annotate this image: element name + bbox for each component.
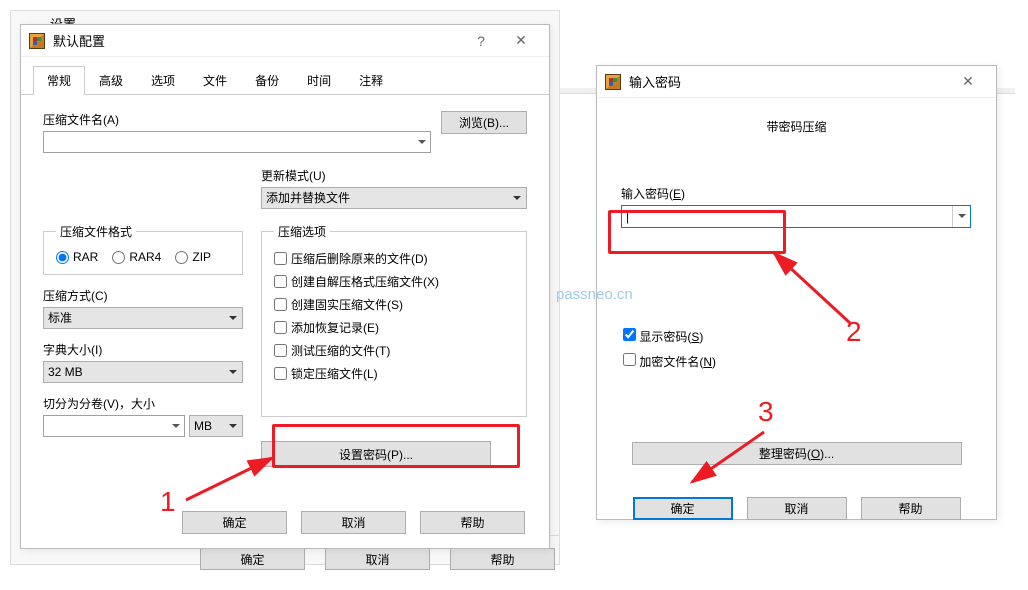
bg-help-button: 帮助 (450, 548, 555, 570)
password-input[interactable] (622, 206, 952, 227)
method-label: 压缩方式(C) (43, 287, 108, 304)
tab-time[interactable]: 时间 (293, 66, 345, 95)
password-dialog: 输入密码 ✕ 带密码压缩 输入密码(E) 显示密码(S) 加密文件名(N) 整理… (596, 65, 997, 520)
tab-backup[interactable]: 备份 (241, 66, 293, 95)
check-solid[interactable]: 创建固实压缩文件(S) (274, 296, 403, 313)
options-fieldset: 压缩选项 压缩后删除原来的文件(D) 创建自解压格式压缩文件(X) 创建固实压缩… (261, 223, 527, 417)
filename-label: 压缩文件名(A) (43, 111, 119, 128)
tab-options[interactable]: 选项 (137, 66, 189, 95)
radio-rar[interactable]: RAR (56, 250, 98, 264)
dict-select[interactable]: 32 MB (43, 361, 243, 383)
password-label: 输入密码(E) (621, 185, 685, 202)
browse-button[interactable]: 浏览(B)... (441, 111, 527, 134)
radio-zip[interactable]: ZIP (175, 250, 211, 264)
update-mode-select[interactable]: 添加并替换文件 (261, 187, 527, 209)
tab-comment[interactable]: 注释 (345, 66, 397, 95)
ok-button[interactable]: 确定 (633, 497, 733, 520)
split-label: 切分为分卷(V)，大小 (43, 395, 155, 412)
titlebar: 默认配置 ? ✕ (21, 25, 549, 57)
check-delete-after[interactable]: 压缩后删除原来的文件(D) (274, 250, 428, 267)
radio-rar-input[interactable] (56, 251, 69, 264)
tab-general[interactable]: 常规 (33, 66, 85, 95)
tab-bar: 常规 高级 选项 文件 备份 时间 注释 (21, 57, 549, 95)
help-button[interactable]: 帮助 (861, 497, 961, 520)
winrar-icon (605, 74, 621, 90)
format-legend: 压缩文件格式 (56, 223, 136, 240)
tab-advanced[interactable]: 高级 (85, 66, 137, 95)
dialog-body: 压缩文件名(A) 浏览(B)... 更新模式(U) 添加并替换文件 压缩文件格式… (21, 95, 549, 483)
dialog-title: 输入密码 (629, 72, 948, 91)
titlebar: 输入密码 ✕ (597, 66, 996, 98)
password-dropdown-icon[interactable] (952, 206, 970, 227)
radio-rar4[interactable]: RAR4 (112, 250, 161, 264)
split-unit-select[interactable]: MB (189, 415, 243, 437)
winrar-icon (29, 33, 45, 49)
set-password-button[interactable]: 设置密码(P)... (261, 441, 491, 467)
format-fieldset: 压缩文件格式 RAR RAR4 ZIP (43, 223, 243, 275)
dict-label: 字典大小(I) (43, 341, 102, 358)
options-legend: 压缩选项 (274, 223, 330, 240)
split-size-input[interactable] (43, 415, 185, 437)
close-icon[interactable]: ✕ (501, 27, 541, 55)
close-icon[interactable]: ✕ (948, 68, 988, 96)
bg-ok-button: 确定 (200, 548, 305, 570)
update-mode-label: 更新模式(U) (261, 167, 326, 184)
help-button-icon[interactable]: ? (461, 27, 501, 55)
password-heading: 带密码压缩 (621, 118, 972, 135)
cancel-button[interactable]: 取消 (747, 497, 847, 520)
tab-files[interactable]: 文件 (189, 66, 241, 95)
radio-zip-input[interactable] (175, 251, 188, 264)
password-combobox[interactable] (621, 205, 971, 228)
check-lock[interactable]: 锁定压缩文件(L) (274, 365, 378, 382)
check-sfx[interactable]: 创建自解压格式压缩文件(X) (274, 273, 439, 290)
check-show-password[interactable]: 显示密码(S) (623, 328, 972, 345)
cancel-button[interactable]: 取消 (301, 511, 406, 534)
default-config-dialog: 默认配置 ? ✕ 常规 高级 选项 文件 备份 时间 注释 压缩文件名(A) 浏… (20, 24, 550, 549)
method-select[interactable]: 标准 (43, 307, 243, 329)
filename-input[interactable] (43, 131, 431, 153)
check-recovery[interactable]: 添加恢复记录(E) (274, 319, 379, 336)
manage-passwords-button[interactable]: 整理密码(O)... (632, 442, 962, 465)
bg-cancel-button: 取消 (325, 548, 430, 570)
help-button[interactable]: 帮助 (420, 511, 525, 534)
check-encrypt-filenames[interactable]: 加密文件名(N) (623, 353, 972, 370)
radio-rar4-input[interactable] (112, 251, 125, 264)
ok-button[interactable]: 确定 (182, 511, 287, 534)
check-test[interactable]: 测试压缩的文件(T) (274, 342, 390, 359)
dialog-title: 默认配置 (53, 31, 461, 50)
